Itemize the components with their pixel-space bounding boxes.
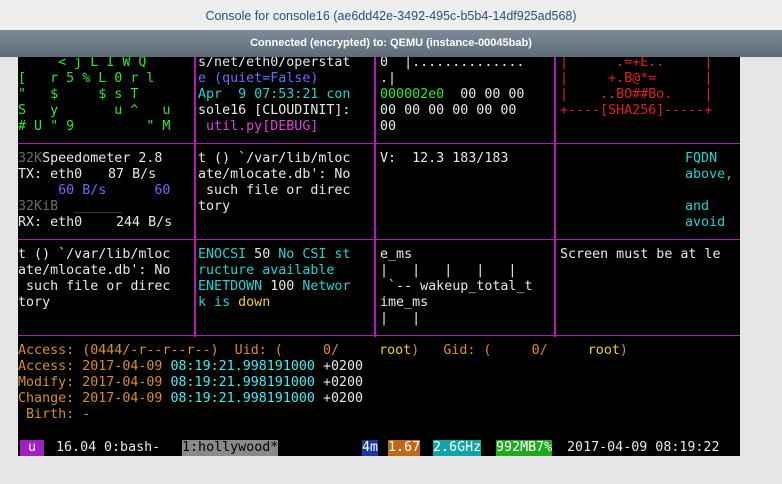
errno-line: ENETDOWN 100 Networ (198, 279, 351, 294)
randomart-line: | .=+E.. | (560, 57, 713, 70)
vnc-terminal-screen[interactable]: < j L I W Q [ r 5 % L 0 r l " $ $ s T S … (18, 57, 740, 456)
connection-status-bar: Connected (encrypted) to: QEMU (instance… (0, 30, 782, 57)
fqdn-line: avoid (685, 215, 726, 230)
stats-line: V: 12.3 183/183 (380, 151, 509, 166)
tree-line: e_ms (380, 247, 413, 262)
hex-address: 000002e0 (380, 87, 445, 102)
pane-divider (194, 57, 196, 337)
pane-divider (554, 57, 556, 337)
hex-line: 0 |.............. (380, 57, 525, 70)
hex-line: 00 00 00 00 00 00 (380, 103, 517, 118)
stat-modify-line: Modify: 2017-04-09 08:19:21.998191000 +0… (18, 375, 364, 390)
tmux-datetime: 2017-04-09 08:19:22 (559, 440, 720, 455)
errno-line: ructure available (198, 263, 335, 278)
hex-line: 00 (380, 119, 397, 134)
tmux-mem: 4m (362, 440, 379, 456)
tmux-cpu: 2.6GHz (433, 440, 482, 456)
log-line: Apr 9 07:53:21 con (198, 87, 351, 102)
tmux-load: 1.67 (388, 440, 421, 456)
error-line: t () `/var/lib/mloc (198, 151, 351, 166)
hex-line: 000002e0 00 00 00 (380, 87, 525, 102)
tree-line: ime_ms (380, 295, 429, 310)
error-line: tory (18, 295, 51, 310)
tx-value: 87 B/s (108, 167, 157, 182)
randomart-line: | +.B@*= | (560, 71, 713, 86)
randomart-line: | ..BO##Bo. | (560, 87, 713, 102)
fqdn-line: FQDN (685, 151, 718, 166)
fqdn-line: and (685, 199, 710, 214)
hex-line: .| (380, 71, 397, 86)
pane-divider (374, 57, 376, 337)
tree-line: | | (380, 311, 421, 326)
tmux-ram: 992MB7% (496, 440, 553, 456)
error-line: ate/mlocate.db': No (18, 263, 171, 278)
rx-scale: 32KiB (18, 199, 59, 214)
stat-access-line: Access: 2017-04-09 08:19:21.998191000 +0… (18, 359, 364, 374)
rx-value: 244 B/s (116, 215, 173, 230)
error-line: such file or direc (18, 279, 171, 294)
fqdn-line: above, (685, 167, 734, 182)
tx-rate: 60 B/s 60 (18, 183, 171, 198)
matrix-line: # U " 9 " M (18, 119, 171, 134)
tmux-version: 16.04 (48, 440, 105, 455)
speedometer-header: 32KSpeedometer 2.8 (18, 151, 163, 166)
log-line: s/net/eth0/operstat (198, 57, 351, 70)
tmux-window-0[interactable]: 0:bash- (104, 440, 168, 456)
errno-line: k is down (198, 295, 271, 310)
error-line: ate/mlocate.db': No (198, 167, 351, 182)
matrix-line: [ r 5 % L 0 r l (18, 71, 155, 86)
error-line: t () `/var/lib/mloc (18, 247, 171, 262)
stat-birth-line: Birth: - (18, 407, 91, 422)
tx-label: TX: eth0 (18, 167, 83, 182)
matrix-line: < j L I W Q (18, 57, 147, 70)
pane-divider (18, 335, 740, 336)
matrix-line: " $ $ s T (18, 87, 139, 102)
error-line: tory (198, 199, 231, 214)
rx-bar: ______ (74, 199, 123, 214)
tmux-session[interactable]: u (20, 440, 45, 456)
window-titlebar: Console for console16 (ae6dd42e-3492-495… (0, 0, 782, 31)
warning-line: Screen must be at le (560, 247, 721, 262)
log-line: sole16 [CLOUDINIT]: (198, 103, 351, 118)
tree-line: `-- wakeup_total_t (380, 279, 533, 294)
stat-access-perm-line: Access: (0444/-r--r--r--) Uid: ( 0/ root… (18, 343, 628, 358)
stat-change-line: Change: 2017-04-09 08:19:21.998191000 +0… (18, 391, 364, 406)
log-line: util.py[DEBUG] (198, 119, 319, 134)
pane-divider (18, 239, 740, 240)
rx-label: RX: eth0 (18, 215, 83, 230)
randomart-line: +----[SHA256]-----+ (560, 103, 713, 118)
error-line: such file or direc (198, 183, 351, 198)
tmux-window-1[interactable]: 1:hollywood* (182, 440, 279, 456)
window-title: Console for console16 (ae6dd42e-3492-495… (205, 9, 577, 23)
log-line: e (quiet=False) (198, 71, 319, 86)
pane-divider (18, 143, 740, 144)
connection-status: Connected (encrypted) to: QEMU (instance… (250, 37, 532, 49)
tree-line: | | | | | (380, 263, 517, 278)
speedometer-title: Speedometer 2.8 (42, 151, 163, 166)
tmux-status-bar: u 16.04 0:bash- 1:hollywood* 4m 1.67 2.6… (18, 440, 740, 456)
matrix-line: S y u ^ u (18, 103, 171, 118)
errno-line: ENOCSI 50 No CSI st (198, 247, 351, 262)
